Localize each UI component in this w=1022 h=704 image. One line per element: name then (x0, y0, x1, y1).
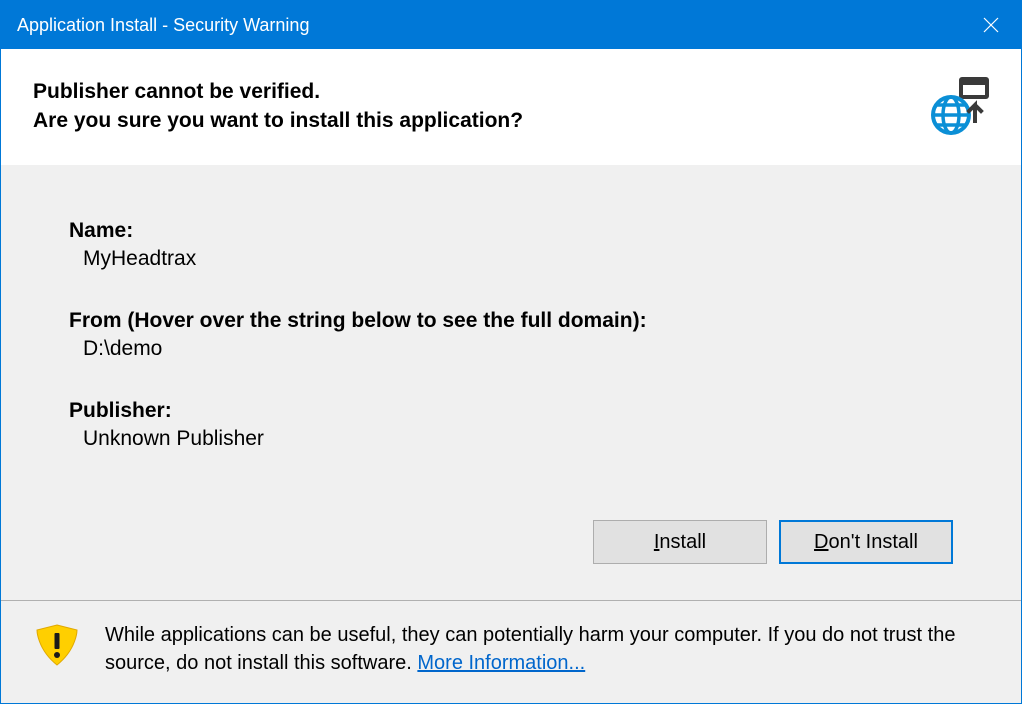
globe-app-icon (929, 77, 989, 137)
install-label-rest: nstall (659, 531, 706, 553)
close-button[interactable] (961, 1, 1021, 49)
close-icon (983, 17, 999, 33)
name-value: MyHeadtrax (69, 247, 953, 271)
titlebar: Application Install - Security Warning (1, 1, 1021, 49)
field-name: Name: MyHeadtrax (69, 219, 953, 271)
footer-message: While applications can be useful, they c… (105, 621, 989, 677)
header-message: Publisher cannot be verified. Are you su… (33, 77, 523, 136)
name-label: Name: (69, 219, 953, 243)
publisher-value: Unknown Publisher (69, 427, 953, 451)
install-button[interactable]: Install (593, 520, 767, 564)
from-label: From (Hover over the string below to see… (69, 309, 953, 333)
publisher-label: Publisher: (69, 399, 953, 423)
dont-install-label-rest: on't Install (829, 531, 918, 553)
header-line2: Are you sure you want to install this ap… (33, 106, 523, 135)
field-from: From (Hover over the string below to see… (69, 309, 953, 361)
more-information-link[interactable]: More Information... (417, 652, 585, 674)
window-title: Application Install - Security Warning (17, 15, 309, 36)
header-line1: Publisher cannot be verified. (33, 77, 523, 106)
field-publisher: Publisher: Unknown Publisher (69, 399, 953, 451)
dialog-footer: While applications can be useful, they c… (1, 600, 1021, 703)
dialog-header: Publisher cannot be verified. Are you su… (1, 49, 1021, 165)
dont-install-button[interactable]: Don't Install (779, 520, 953, 564)
button-row: Install Don't Install (69, 520, 953, 576)
dont-install-accelerator: D (814, 531, 828, 553)
dialog-body: Name: MyHeadtrax From (Hover over the st… (1, 165, 1021, 600)
shield-warning-icon (33, 621, 81, 669)
from-value: D:\demo (69, 337, 953, 361)
